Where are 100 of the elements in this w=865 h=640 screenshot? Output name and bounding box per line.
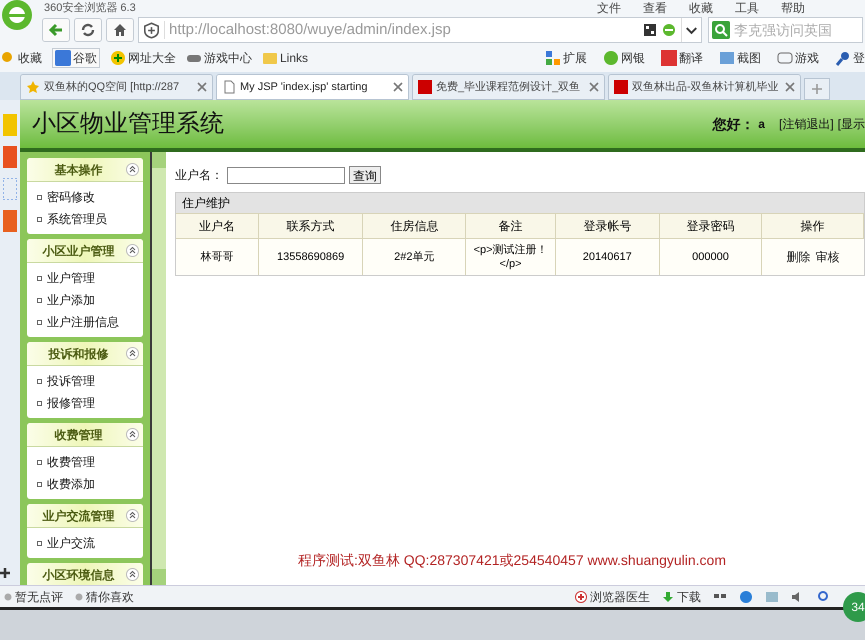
menu-item[interactable]: 业户注册信息: [27, 311, 143, 333]
dot-icon: [75, 592, 83, 600]
action-link[interactable]: 删除: [786, 248, 811, 266]
download-icon: [662, 590, 674, 602]
menu-item[interactable]: 密码修改: [27, 186, 143, 208]
collapse-icon: [126, 428, 139, 441]
table-cell: 20140617: [556, 239, 660, 275]
action-link[interactable]: 审核: [816, 248, 840, 266]
toolbar-item[interactable]: 截图: [719, 49, 761, 67]
window-title: 360安全浏览器 6.3: [44, 1, 136, 15]
close-icon: [785, 82, 795, 92]
menu-item[interactable]: 业户管理: [27, 267, 143, 289]
header-link[interactable]: [显示: [838, 115, 865, 133]
footer-text: 程序测试:双鱼林 QQ:287307421或254540457 www.shuangyulin.com: [298, 551, 727, 570]
status-item[interactable]: 暂无点评: [4, 588, 63, 606]
greeting-text: 您好：: [712, 114, 754, 134]
table-cell: 2#2单元: [363, 239, 466, 275]
menu-item[interactable]: 收费管理: [27, 451, 143, 473]
search-field[interactable]: 李克强访问英国: [708, 17, 863, 43]
dot-icon: [4, 592, 12, 600]
collapse-icon: [126, 347, 139, 360]
collapse-icon: [126, 509, 139, 522]
toolbar-item[interactable]: 翻译: [661, 49, 703, 67]
menu-group-header[interactable]: 投诉和报修: [27, 342, 143, 366]
refresh-icon: [80, 22, 96, 38]
name-input[interactable]: [227, 166, 345, 184]
home-button[interactable]: [106, 18, 134, 42]
status-item[interactable]: 猜你喜欢: [75, 588, 134, 606]
close-icon: [589, 82, 599, 92]
back-icon: [48, 22, 64, 38]
menu-group-header[interactable]: 小区环境信息: [27, 563, 143, 585]
menu-item[interactable]: 查看: [643, 1, 667, 15]
table-cell: <p>测试注册！</p>: [466, 239, 556, 275]
table-cell: 000000: [660, 239, 762, 275]
table-caption: 住户维护: [176, 193, 864, 213]
counter-badge: 34: [843, 592, 865, 622]
close-icon: [393, 82, 403, 92]
table-cell: 林哥哥: [176, 239, 259, 275]
home-icon: [112, 22, 128, 38]
bullet-icon: [37, 298, 42, 302]
browser-tab[interactable]: 双鱼林的QQ空间 [http://287: [20, 74, 213, 100]
browser-tab[interactable]: My JSP 'index.jsp' starting: [216, 74, 409, 100]
toolbar-item[interactable]: 游戏: [777, 49, 819, 67]
menu-item[interactable]: 投诉管理: [27, 370, 143, 392]
browser-tab[interactable]: 双鱼林出品-双鱼林计算机毕业: [608, 74, 801, 100]
scrollbar[interactable]: [150, 152, 166, 585]
menu-group-header[interactable]: 基本操作: [27, 158, 143, 182]
address-text: http://localhost:8080/wuye/admin/index.jsp: [169, 20, 452, 40]
bookmark-item[interactable]: Links: [262, 49, 308, 67]
browser-tab[interactable]: 免费_毕业课程范例设计_双鱼: [412, 74, 605, 100]
bookmark-item[interactable]: 谷歌: [52, 48, 100, 68]
status-item[interactable]: 浏览器医生: [575, 588, 650, 606]
status-item[interactable]: 下载: [662, 588, 701, 606]
field-label: 业户名：: [175, 167, 223, 184]
collapse-icon: [126, 244, 139, 257]
qr-code-icon: [643, 23, 657, 37]
apps-icon: [545, 50, 561, 66]
toolbar-item[interactable]: 登: [835, 49, 865, 67]
medical-cross-icon: [575, 590, 587, 602]
menu-group-header[interactable]: 小区业户管理: [27, 239, 143, 263]
bullet-icon: [37, 540, 42, 546]
menu-item[interactable]: 文件: [597, 1, 621, 15]
back-button[interactable]: [42, 18, 70, 42]
bullet-icon: [37, 276, 42, 280]
menu-item[interactable]: 收费添加: [27, 473, 143, 495]
bullet-icon: [37, 378, 42, 384]
favicon-icon: [614, 80, 628, 94]
menu-item[interactable]: 报修管理: [27, 392, 143, 414]
header-link[interactable]: [注销退出]: [778, 115, 834, 133]
bookmark-item[interactable]: 游戏中心: [186, 49, 252, 67]
bullet-icon: [37, 482, 42, 486]
collapse-icon: [126, 568, 139, 581]
favicon-icon: [418, 80, 432, 94]
menu-item[interactable]: 系统管理员: [27, 208, 143, 230]
menu-item[interactable]: 业户添加: [27, 289, 143, 311]
app-title: 小区物业管理系统: [32, 110, 224, 139]
menu-item[interactable]: 帮助: [781, 1, 805, 15]
menu-group-header[interactable]: 业户交流管理: [27, 504, 143, 528]
query-button[interactable]: 查询: [349, 166, 381, 184]
bookmark-item[interactable]: 网址大全: [110, 49, 176, 67]
collapse-icon: [126, 163, 139, 176]
bullet-icon: [37, 460, 42, 464]
bullet-icon: [37, 216, 42, 222]
menu-item[interactable]: 业户交流: [27, 532, 143, 554]
plus-icon: [0, 568, 10, 578]
window-icon: [765, 590, 779, 604]
menu-item[interactable]: 工具: [735, 1, 759, 15]
plus-icon: [811, 83, 823, 95]
close-icon: [197, 82, 207, 92]
refresh-button[interactable]: [74, 18, 102, 42]
toolbar-item[interactable]: 扩展: [545, 49, 587, 67]
search-icon: [712, 21, 730, 39]
menu-group-header[interactable]: 收费管理: [27, 423, 143, 447]
bookmark-item[interactable]: 收藏: [0, 49, 42, 67]
user-name: a: [758, 116, 765, 133]
toolbar-item[interactable]: 网银: [603, 49, 645, 67]
page-icon: [222, 80, 236, 94]
bullet-icon: [37, 194, 42, 200]
menu-item[interactable]: 收藏: [689, 1, 713, 15]
bullet-icon: [37, 320, 42, 324]
